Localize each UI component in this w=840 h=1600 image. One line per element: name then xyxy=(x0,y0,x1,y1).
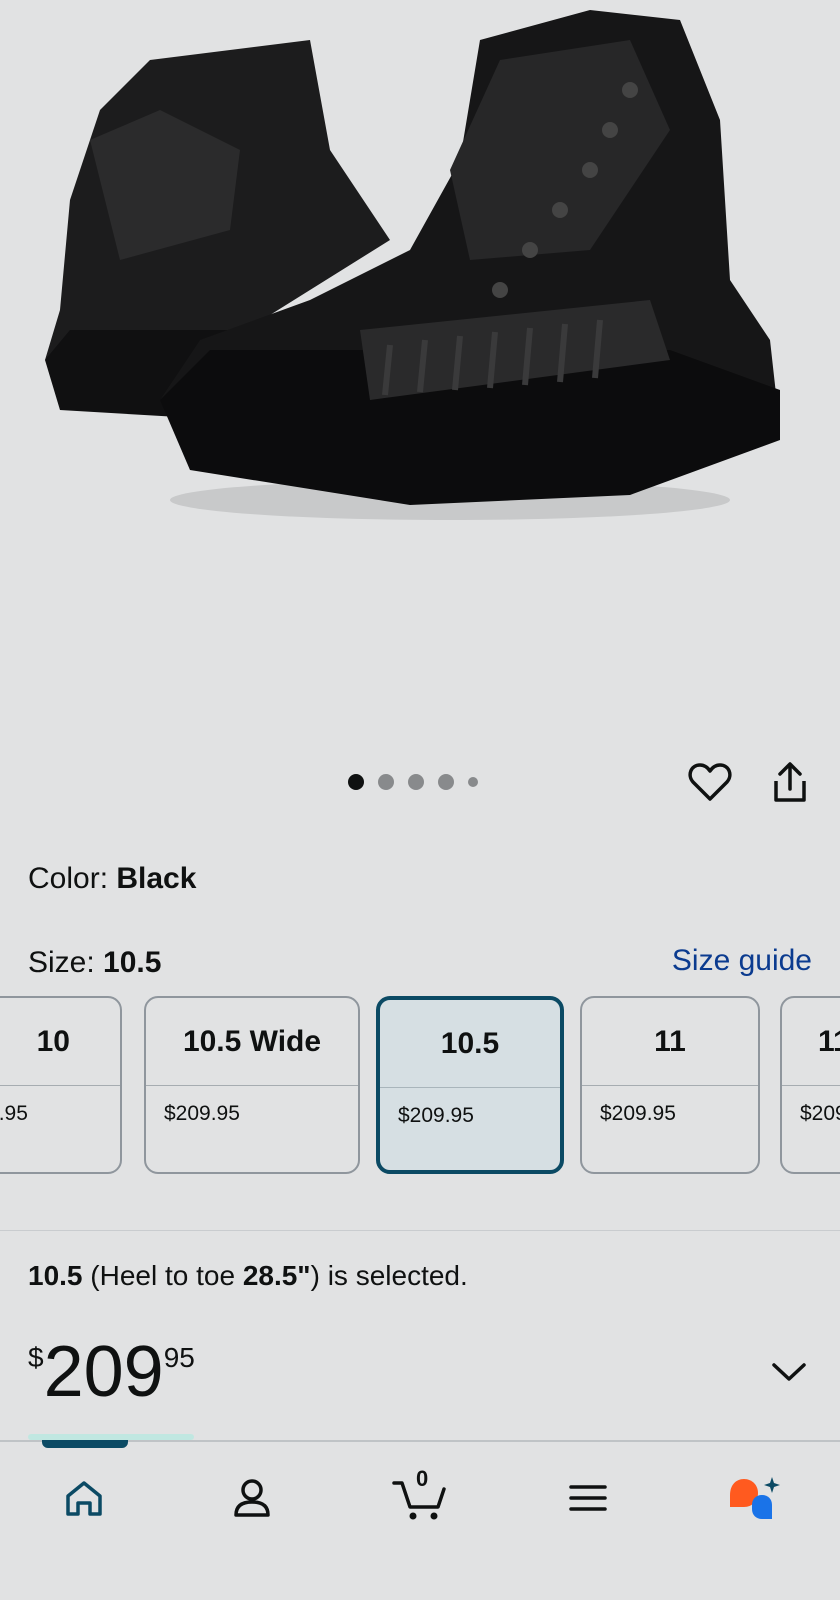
cart-count: 0 xyxy=(416,1466,429,1491)
size-option-price: $209.95 xyxy=(600,1102,676,1125)
size-option-label: 11 xyxy=(582,998,758,1086)
carousel-dot-3[interactable] xyxy=(408,774,424,790)
share-button[interactable] xyxy=(764,756,816,808)
nav-menu-button[interactable] xyxy=(554,1470,622,1526)
bottom-navigation-bar: 0 xyxy=(0,1434,840,1600)
size-option-price: $209.95 xyxy=(0,1102,28,1125)
color-value: Black xyxy=(116,862,197,895)
size-option-price: $209 xyxy=(800,1102,840,1125)
selected-size: 10.5 xyxy=(28,1260,83,1291)
size-option-label: 11 xyxy=(782,998,840,1086)
heart-icon xyxy=(688,763,732,801)
home-icon xyxy=(66,1481,102,1516)
carousel-dot-4[interactable] xyxy=(438,774,454,790)
size-label: Size: xyxy=(28,946,95,979)
size-guide-link[interactable]: Size guide xyxy=(672,944,812,978)
color-label: Color: xyxy=(28,862,109,895)
active-tab-indicator xyxy=(42,1440,128,1448)
size-option-10-5-wide[interactable]: 10.5 Wide $209.95 xyxy=(144,996,360,1174)
carousel-dot-2[interactable] xyxy=(378,774,394,790)
carousel-dot-5[interactable] xyxy=(468,777,478,787)
size-options-carousel[interactable]: 10 $209.95 10.5 Wide $209.95 10.5 $209.9… xyxy=(0,996,840,1176)
selected-size-note: 10.5 (Heel to toe 28.5") is selected. xyxy=(28,1260,468,1292)
size-selection: Size: 10.5 xyxy=(28,946,161,980)
product-gallery[interactable] xyxy=(0,0,840,830)
share-icon xyxy=(774,762,806,802)
size-option-price: $209.95 xyxy=(164,1102,240,1125)
boot-product-image[interactable] xyxy=(30,0,810,540)
size-option-10[interactable]: 10 $209.95 xyxy=(0,996,122,1174)
nav-home-button[interactable] xyxy=(50,1470,118,1526)
size-value: 10.5 xyxy=(103,946,162,979)
price-whole: 209 xyxy=(43,1332,164,1412)
size-option-10-5[interactable]: 10.5 $209.95 xyxy=(376,996,564,1174)
selected-size-prefix: (Heel to toe xyxy=(90,1260,243,1291)
selected-size-suffix: ) is selected. xyxy=(310,1260,468,1291)
heel-to-toe-length: 28.5" xyxy=(242,1260,311,1291)
carousel-dot-1[interactable] xyxy=(348,774,364,790)
rufus-icon xyxy=(730,1477,780,1519)
section-divider xyxy=(0,1230,840,1231)
size-option-label: 10.5 xyxy=(380,1000,560,1088)
nav-rufus-ai-button[interactable] xyxy=(720,1470,788,1526)
price-fraction: 95 xyxy=(163,1342,195,1373)
price-currency: $ xyxy=(28,1342,44,1373)
image-carousel-dots[interactable] xyxy=(348,774,478,790)
account-icon xyxy=(234,1479,270,1517)
size-option-11[interactable]: 11 $209.95 xyxy=(580,996,760,1174)
product-price: $ 209 95 xyxy=(28,1336,195,1408)
nav-cart-button[interactable]: 0 xyxy=(386,1466,454,1526)
size-option-price: $209.95 xyxy=(398,1104,474,1127)
price-details-toggle[interactable] xyxy=(766,1354,812,1390)
color-selection: Color: Black xyxy=(28,862,196,896)
size-option-label: 10.5 Wide xyxy=(146,998,358,1086)
chevron-down-icon xyxy=(772,1363,806,1381)
menu-icon xyxy=(569,1485,607,1511)
add-to-wishlist-button[interactable] xyxy=(684,756,736,808)
nav-account-button[interactable] xyxy=(218,1470,286,1526)
size-option-11-5[interactable]: 11 $209 xyxy=(780,996,840,1174)
size-option-label: 10 xyxy=(0,998,120,1086)
